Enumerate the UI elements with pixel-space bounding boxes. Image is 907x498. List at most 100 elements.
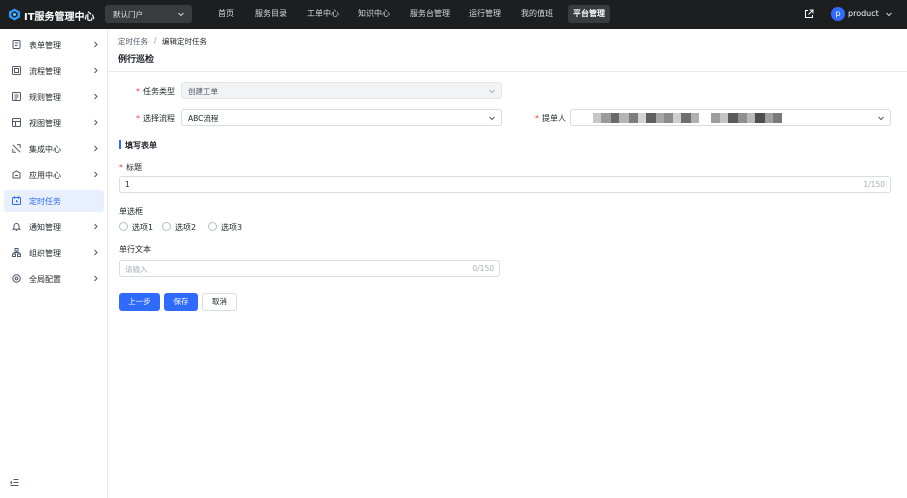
sidebar-item-label: 组织管理	[29, 249, 61, 258]
radio-circle[interactable]	[208, 222, 217, 231]
sidebar-item-label: 表单管理	[29, 41, 61, 50]
username[interactable]: product	[848, 9, 879, 18]
task-type-select[interactable]: 创建工单	[181, 82, 502, 99]
radio-circle[interactable]	[162, 222, 171, 231]
flow-value: ABC流程	[188, 114, 219, 123]
sidebar-item-label: 通知管理	[29, 223, 61, 232]
app-title: IT服务管理中心	[24, 12, 95, 23]
text-field-label: 单行文本	[119, 245, 151, 254]
sidebar-item-label: 定时任务	[29, 197, 61, 206]
sidebar-item-notification[interactable]: 通知管理	[4, 216, 104, 238]
radio-group-label: 单选框	[119, 207, 143, 216]
nav-my-duty[interactable]: 我的值班	[521, 9, 553, 19]
flow-select[interactable]: ABC流程	[181, 109, 502, 126]
flow-icon	[12, 66, 21, 75]
sidebar-item-view[interactable]: 视图管理	[4, 112, 104, 134]
avatar[interactable]: p	[831, 7, 845, 21]
sidebar-item-label: 全局配置	[29, 275, 61, 284]
sidebar-item-label: 规则管理	[29, 93, 61, 102]
divider	[108, 71, 907, 72]
breadcrumb-separator: /	[154, 36, 157, 45]
chevron-right-icon	[94, 93, 98, 100]
nav-home[interactable]: 首页	[218, 9, 234, 19]
sidebar-item-label: 集成中心	[29, 145, 61, 154]
sidebar-item-rule[interactable]: 规则管理	[4, 86, 104, 108]
text-field-placeholder: 请输入	[125, 265, 148, 274]
sidebar-item-form[interactable]: 表单管理	[4, 34, 104, 56]
chevron-right-icon	[94, 67, 98, 74]
rule-icon	[12, 92, 21, 101]
breadcrumb-current: 编辑定时任务	[162, 37, 207, 46]
sidebar-item-integration[interactable]: 集成中心	[4, 138, 104, 160]
page-title: 例行巡检	[118, 55, 155, 65]
gear-icon	[12, 274, 21, 283]
nav-knowledge-center[interactable]: 知识中心	[358, 9, 390, 19]
task-type-label: * 任务类型	[136, 87, 175, 96]
chevron-right-icon	[94, 145, 98, 152]
title-input[interactable]: 1 1/150	[119, 176, 891, 193]
radio-label: 选项3	[221, 223, 243, 232]
chevron-right-icon	[94, 41, 98, 48]
sidebar-item-global-config[interactable]: 全局配置	[4, 268, 104, 290]
chevron-right-icon	[94, 171, 98, 178]
logo-icon	[8, 8, 21, 21]
redacted-mosaic	[593, 113, 863, 123]
org-icon	[12, 248, 21, 257]
chevron-right-icon	[94, 119, 98, 126]
nav-operations[interactable]: 运行管理	[469, 9, 501, 19]
section-marker	[119, 140, 121, 149]
chevron-down-icon	[178, 12, 184, 17]
chevron-down-icon	[489, 116, 495, 121]
sidebar-item-app[interactable]: 应用中心	[4, 164, 104, 186]
submitter-label: * 提单人	[535, 114, 566, 123]
sidebar-item-organization[interactable]: 组织管理	[4, 242, 104, 264]
task-type-value: 创建工单	[188, 87, 218, 96]
title-label: * 标题	[119, 163, 142, 172]
external-link-icon[interactable]	[804, 9, 814, 19]
chevron-down-icon[interactable]	[885, 10, 893, 18]
title-char-count: 1/150	[863, 180, 885, 189]
nav-ticket-center[interactable]: 工单中心	[307, 9, 339, 19]
integration-icon	[12, 144, 21, 153]
required-mark: *	[119, 163, 123, 172]
chevron-down-icon	[878, 116, 884, 121]
schedule-icon	[12, 196, 21, 205]
sidebar: 表单管理 流程管理 规则管理 视图管理 集成中心 应用中心 定时任务 通知管理 …	[0, 29, 108, 498]
required-mark: *	[136, 87, 140, 96]
text-field-input[interactable]: 请输入 0/150	[119, 260, 500, 277]
main-content: 定时任务 / 编辑定时任务 例行巡检 * 任务类型 创建工单 * 选择流程 ABC流…	[108, 29, 907, 498]
section-title: 填写表单	[125, 141, 157, 150]
flow-label: * 选择流程	[136, 114, 175, 123]
cancel-button[interactable]: 取消	[202, 293, 237, 311]
text-field-char-count: 0/150	[472, 264, 494, 273]
nav-service-desk[interactable]: 服务台管理	[410, 9, 450, 19]
bell-icon	[12, 223, 21, 231]
view-icon	[12, 118, 21, 127]
save-button[interactable]: 保存	[164, 293, 198, 311]
chevron-down-icon	[489, 89, 495, 94]
chevron-right-icon	[94, 275, 98, 282]
prev-step-button[interactable]: 上一步	[119, 293, 160, 311]
radio-label: 选项2	[175, 223, 197, 232]
sidebar-item-label: 应用中心	[29, 171, 61, 180]
portal-select-value: 默认门户	[113, 10, 143, 19]
form-icon	[12, 40, 21, 49]
collapse-menu-icon[interactable]	[10, 478, 19, 487]
chevron-right-icon	[94, 223, 98, 230]
radio-circle[interactable]	[119, 222, 128, 231]
radio-label: 选项1	[132, 223, 154, 232]
sidebar-item-schedule[interactable]: 定时任务	[4, 190, 104, 212]
required-mark: *	[136, 114, 140, 123]
sidebar-item-label: 流程管理	[29, 67, 61, 76]
submitter-select[interactable]	[570, 109, 891, 126]
portal-select[interactable]: 默认门户	[105, 5, 192, 23]
nav-service-catalog[interactable]: 服务目录	[255, 9, 287, 19]
required-mark: *	[535, 114, 539, 123]
sidebar-item-label: 视图管理	[29, 119, 61, 128]
nav-platform-management[interactable]: 平台管理	[568, 5, 610, 23]
top-bar: IT服务管理中心 默认门户 首页 服务目录 工单中心 知识中心 服务台管理 运行…	[0, 0, 907, 29]
chevron-right-icon	[94, 249, 98, 256]
title-input-value: 1	[125, 180, 130, 189]
breadcrumb-parent[interactable]: 定时任务	[118, 36, 148, 47]
sidebar-item-flow[interactable]: 流程管理	[4, 60, 104, 82]
